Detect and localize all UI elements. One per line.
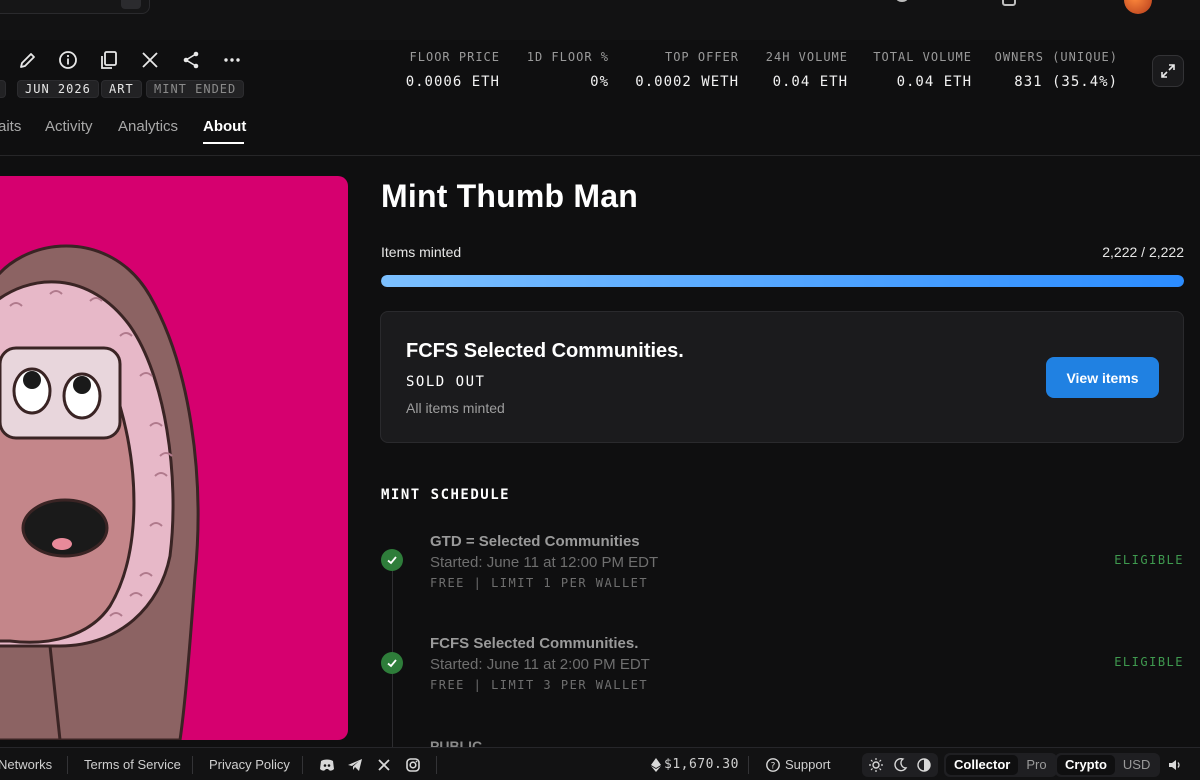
phase-subtitle: All items minted: [406, 400, 505, 416]
share-icon[interactable]: [179, 48, 203, 72]
stat-label: FLOOR PRICE: [409, 50, 500, 64]
mint-progress-bar: [381, 275, 1184, 287]
discord-icon[interactable]: [318, 756, 336, 774]
stat-24h-volume: 24H VOLUME 0.04 ETH: [766, 50, 848, 90]
tag-partial: [0, 80, 6, 98]
support-icon[interactable]: ?: [764, 756, 782, 774]
stat-1d-floor: 1D FLOOR % 0%: [527, 50, 609, 90]
phase-time: Started: June 11 at 12:00 PM EDT: [430, 554, 659, 571]
tag-mint-status: MINT ENDED: [146, 80, 245, 98]
volume-icon[interactable]: [1166, 756, 1184, 774]
phase-title: FCFS Selected Communities.: [406, 340, 684, 362]
stat-total-volume: TOTAL VOLUME 0.04 ETH: [873, 50, 972, 90]
moon-icon[interactable]: [891, 756, 909, 774]
edit-icon[interactable]: [16, 48, 40, 72]
stat-floor-price: FLOOR PRICE 0.0006 ETH: [406, 50, 500, 90]
stat-value: 0.0006 ETH: [405, 74, 500, 90]
telegram-icon[interactable]: [346, 756, 364, 774]
stat-label: TOTAL VOLUME: [873, 50, 972, 64]
copy-icon[interactable]: [97, 48, 121, 72]
sun-icon[interactable]: [867, 756, 885, 774]
x-icon[interactable]: [138, 48, 162, 72]
eth-price: $1,670.30: [664, 757, 739, 772]
tab-analytics[interactable]: Analytics: [118, 118, 178, 135]
prev-action-icon[interactable]: [0, 48, 10, 72]
mode-option-pro[interactable]: Pro: [1018, 755, 1054, 775]
stat-value: 0.04 ETH: [896, 74, 972, 90]
ethereum-icon: [647, 756, 665, 774]
tab-activity[interactable]: Activity: [45, 118, 93, 135]
items-minted-label: Items minted: [381, 244, 462, 260]
phase-name: GTD = Selected Communities: [430, 533, 640, 550]
tab-about[interactable]: About: [203, 118, 246, 135]
footer-divider: [67, 756, 68, 774]
phase-status: SOLD OUT: [406, 374, 486, 390]
phase-eligibility: ELIGIBLE: [1114, 553, 1184, 567]
footer: Networks Terms of Service Privacy Policy…: [0, 747, 1200, 780]
instagram-icon[interactable]: [404, 756, 422, 774]
stat-label: 1D FLOOR %: [526, 50, 609, 64]
mode-toggle: Collector Pro: [944, 753, 1057, 777]
collection-artwork: [0, 176, 348, 740]
footer-divider: [302, 756, 303, 774]
schedule-phase: FCFS Selected Communities. Started: June…: [380, 635, 1184, 695]
more-icon[interactable]: [220, 48, 244, 72]
expand-icon: [1161, 64, 1175, 78]
stat-value: 831 (35.4%): [1014, 74, 1118, 90]
tab-traits[interactable]: aits: [0, 118, 21, 135]
cart-icon[interactable]: [1002, 0, 1016, 6]
currency-toggle: Crypto USD: [1055, 753, 1161, 777]
mint-schedule-heading: MINT SCHEDULE: [381, 487, 511, 503]
phase-eligibility: ELIGIBLE: [1114, 655, 1184, 669]
wallet-icon[interactable]: [896, 0, 908, 2]
footer-link-networks[interactable]: Networks: [0, 757, 52, 772]
stat-value: 0.0002 WETH: [635, 74, 739, 90]
search-shortcut-key: [121, 0, 141, 9]
x-icon[interactable]: [375, 756, 393, 774]
footer-link-terms[interactable]: Terms of Service: [84, 757, 181, 772]
tabs-divider: [0, 155, 1200, 156]
info-icon[interactable]: [56, 48, 80, 72]
check-icon: [381, 652, 403, 674]
stat-owners: OWNERS (UNIQUE) 831 (35.4%): [995, 50, 1118, 90]
active-tab-indicator: [203, 142, 244, 144]
contrast-icon[interactable]: [915, 756, 933, 774]
view-items-button[interactable]: View items: [1046, 357, 1159, 398]
footer-divider: [436, 756, 437, 774]
check-icon: [381, 549, 403, 571]
phase-time: Started: June 11 at 2:00 PM EDT: [430, 656, 650, 673]
support-link[interactable]: Support: [785, 757, 831, 772]
phase-limit: FREE | LIMIT 1 PER WALLET: [430, 576, 649, 590]
phase-name: FCFS Selected Communities.: [430, 635, 639, 652]
stat-value: 0%: [590, 74, 609, 90]
thumb-man-illustration: [0, 244, 200, 740]
svg-text:?: ?: [771, 762, 776, 772]
collection-title: Mint Thumb Man: [381, 178, 638, 214]
footer-divider: [748, 756, 749, 774]
stat-value: 0.04 ETH: [772, 74, 848, 90]
tag-category: ART: [101, 80, 142, 98]
currency-option-usd[interactable]: USD: [1115, 755, 1158, 775]
currency-option-crypto[interactable]: Crypto: [1057, 755, 1115, 775]
tag-date: JUN 2026: [17, 80, 99, 98]
footer-divider: [192, 756, 193, 774]
current-phase-card: FCFS Selected Communities. SOLD OUT All …: [380, 311, 1184, 443]
footer-link-privacy[interactable]: Privacy Policy: [209, 757, 290, 772]
top-bar: [0, 0, 1200, 40]
expand-button[interactable]: [1152, 55, 1184, 87]
items-minted-count: 2,222 / 2,222: [1102, 244, 1184, 260]
mode-option-collector[interactable]: Collector: [946, 755, 1019, 775]
stat-top-offer: TOP OFFER 0.0002 WETH: [635, 50, 739, 90]
phase-limit: FREE | LIMIT 3 PER WALLET: [430, 678, 649, 692]
search-input[interactable]: [0, 0, 150, 14]
mint-progress-fill: [381, 275, 1184, 287]
stat-label: TOP OFFER: [664, 50, 739, 64]
theme-toggle: [862, 753, 938, 777]
avatar[interactable]: [1124, 0, 1152, 14]
stat-label: 24H VOLUME: [765, 50, 848, 64]
stat-label: OWNERS (UNIQUE): [994, 50, 1118, 64]
schedule-phase: GTD = Selected Communities Started: June…: [380, 533, 1184, 593]
